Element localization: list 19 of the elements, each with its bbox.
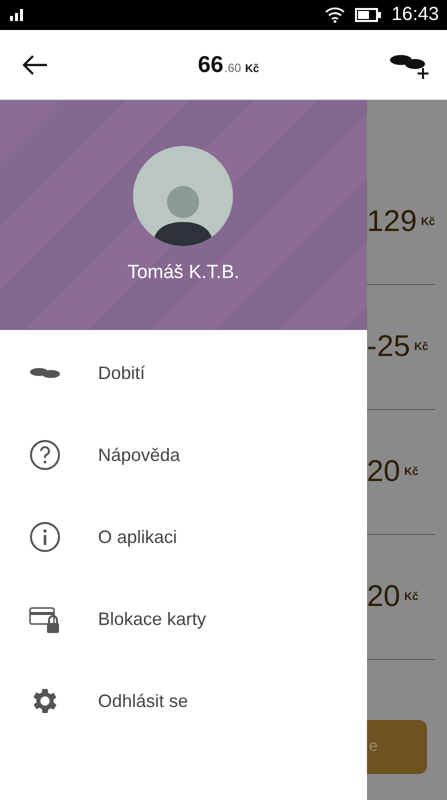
info-icon	[29, 521, 61, 553]
transaction-amount: 20	[366, 455, 400, 489]
currency-label: Kč	[420, 216, 435, 228]
currency-label: Kč	[404, 591, 418, 603]
battery-icon	[355, 8, 382, 22]
status-time: 16:43	[391, 4, 439, 26]
balance-decimals: .60	[224, 61, 242, 75]
currency-label: Kč	[414, 341, 428, 353]
transaction-amount: 129	[366, 205, 417, 239]
balance-currency: Kč	[245, 63, 260, 75]
currency-label: Kč	[404, 466, 418, 478]
transaction-amount: 20	[366, 580, 400, 614]
signal-icon	[10, 9, 24, 21]
transaction-amount: -25	[366, 330, 410, 364]
balance-amount: 66	[198, 51, 224, 78]
help-icon	[29, 439, 61, 471]
wifi-icon	[325, 7, 346, 23]
coins-icon	[29, 366, 61, 380]
user-name: Tomáš K.T.B.	[127, 262, 240, 284]
